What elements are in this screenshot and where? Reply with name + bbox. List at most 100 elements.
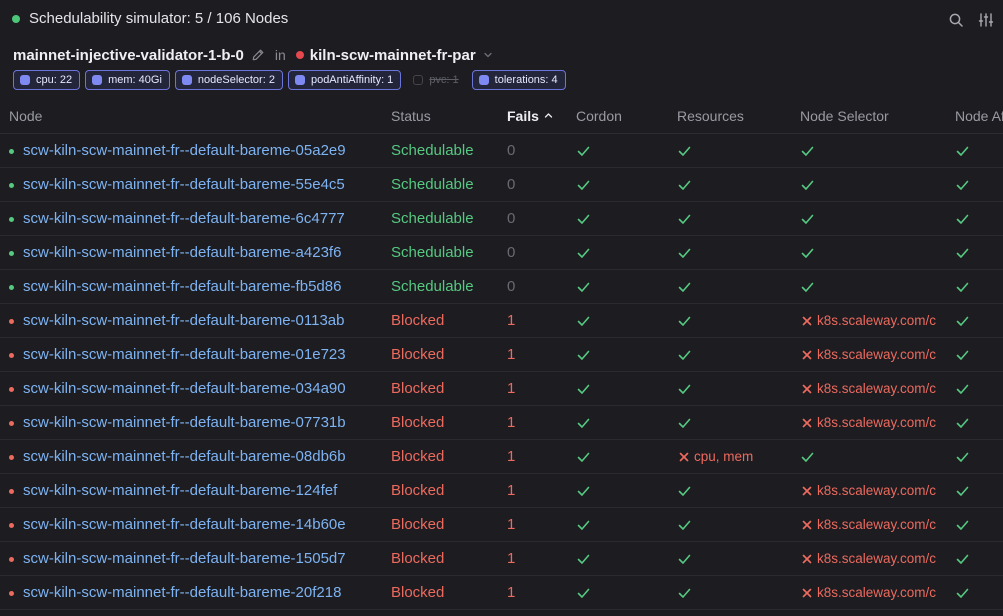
scheduler-panel: Schedulability simulator: 5 / 106 Nodes … [0,0,1003,616]
node-name-link[interactable]: scw-kiln-scw-mainnet-fr--default-bareme-… [23,584,380,601]
check-icon [801,282,814,292]
node-selector-reason: k8s.scaleway.com/c [817,483,937,498]
row-status-dot [9,183,14,188]
node-name-link[interactable]: scw-kiln-scw-mainnet-fr--default-bareme-… [23,550,380,567]
checkbox-icon [92,75,103,85]
column-header-node-affinity[interactable]: Node Affinity [955,108,1003,124]
fails-count: 1 [507,516,516,533]
check-icon [956,520,969,530]
sliders-icon[interactable] [975,9,997,31]
check-icon [678,588,691,598]
node-name-link[interactable]: scw-kiln-scw-mainnet-fr--default-bareme-… [23,176,380,193]
filter-chip[interactable]: tolerations: 4 [471,70,566,90]
table-row[interactable]: scw-kiln-scw-mainnet-fr--default-bareme-… [0,440,1003,474]
chip-label: nodeSelector: 2 [197,74,275,86]
check-icon [678,384,691,394]
status-text: Schedulable [391,244,474,261]
column-header-node[interactable]: Node [9,108,42,124]
table-row[interactable]: scw-kiln-scw-mainnet-fr--default-bareme-… [0,202,1003,236]
table-row[interactable]: scw-kiln-scw-mainnet-fr--default-bareme-… [0,508,1003,542]
node-name-link[interactable]: scw-kiln-scw-mainnet-fr--default-bareme-… [23,142,380,159]
column-header-resources[interactable]: Resources [677,108,744,124]
node-selector-reason: k8s.scaleway.com/c [817,585,937,600]
cluster-status-dot [295,51,304,59]
column-header-fails[interactable]: Fails [507,108,553,124]
table-row[interactable]: scw-kiln-scw-mainnet-fr--default-bareme-… [0,270,1003,304]
status-dot [12,15,20,23]
fails-count: 1 [507,584,516,601]
pod-name: mainnet-injective-validator-1-b-0 [13,46,244,64]
chevron-down-icon[interactable] [483,50,493,60]
node-name-link[interactable]: scw-kiln-scw-mainnet-fr--default-bareme-… [23,346,380,363]
table-row[interactable]: scw-kiln-scw-mainnet-fr--default-bareme-… [0,134,1003,168]
node-name-link[interactable]: scw-kiln-scw-mainnet-fr--default-bareme-… [23,516,380,533]
check-icon [801,146,814,156]
check-icon [678,520,691,530]
row-status-dot [9,149,14,154]
node-selector-reason: k8s.scaleway.com/c [817,415,937,430]
table-row[interactable]: scw-kiln-scw-mainnet-fr--default-bareme-… [0,576,1003,610]
chip-label: pvc: 1 [429,74,459,86]
table-row[interactable]: scw-kiln-scw-mainnet-fr--default-bareme-… [0,304,1003,338]
node-name-link[interactable]: scw-kiln-scw-mainnet-fr--default-bareme-… [23,210,380,227]
check-icon [577,248,590,258]
node-name-link[interactable]: scw-kiln-scw-mainnet-fr--default-bareme-… [23,312,380,329]
status-text: Schedulable [391,142,474,159]
fails-count: 1 [507,414,516,431]
cluster-selector[interactable]: kiln-scw-mainnet-fr-par [310,47,476,64]
check-icon [678,214,691,224]
check-icon [678,486,691,496]
filter-chip[interactable]: pvc: 1 [406,70,466,90]
search-icon[interactable] [945,9,967,31]
table-row[interactable]: scw-kiln-scw-mainnet-fr--default-bareme-… [0,474,1003,508]
table-row[interactable]: scw-kiln-scw-mainnet-fr--default-bareme-… [0,236,1003,270]
check-icon [577,350,590,360]
check-icon [956,452,969,462]
node-name-link[interactable]: scw-kiln-scw-mainnet-fr--default-bareme-… [23,414,380,431]
check-icon [678,554,691,564]
filter-chip[interactable]: mem: 40Gi [85,70,170,90]
status-text: Blocked [391,448,445,465]
status-text: Blocked [391,380,445,397]
filter-chip[interactable]: nodeSelector: 2 [174,70,283,90]
column-header-status[interactable]: Status [391,108,431,124]
table-row[interactable]: scw-kiln-scw-mainnet-fr--default-bareme-… [0,338,1003,372]
check-icon [577,520,590,530]
fails-count: 1 [507,448,516,465]
node-selector-reason: k8s.scaleway.com/c [817,517,937,532]
node-name-link[interactable]: scw-kiln-scw-mainnet-fr--default-bareme-… [23,244,380,261]
pencil-icon[interactable] [251,48,265,62]
status-text: Blocked [391,312,445,329]
fails-count: 0 [507,210,516,227]
row-status-dot [9,591,14,596]
x-icon [802,316,812,326]
node-selector-reason: k8s.scaleway.com/c [817,313,937,328]
filter-chip[interactable]: podAntiAffinity: 1 [287,70,402,90]
node-name-link[interactable]: scw-kiln-scw-mainnet-fr--default-bareme-… [23,278,380,295]
column-header-node-selector[interactable]: Node Selector [800,108,889,124]
chip-label: podAntiAffinity: 1 [310,74,394,86]
x-icon [679,452,689,462]
check-icon [577,282,590,292]
x-icon [802,554,812,564]
table-row[interactable]: scw-kiln-scw-mainnet-fr--default-bareme-… [0,372,1003,406]
check-icon [577,384,590,394]
table-row[interactable]: scw-kiln-scw-mainnet-fr--default-bareme-… [0,168,1003,202]
column-header-cordon[interactable]: Cordon [576,108,622,124]
row-status-dot [9,455,14,460]
fails-count: 1 [507,312,516,329]
node-name-link[interactable]: scw-kiln-scw-mainnet-fr--default-bareme-… [23,448,380,465]
check-icon [577,486,590,496]
check-icon [956,316,969,326]
check-icon [801,214,814,224]
node-name-link[interactable]: scw-kiln-scw-mainnet-fr--default-bareme-… [23,380,380,397]
node-name-link[interactable]: scw-kiln-scw-mainnet-fr--default-bareme-… [23,482,380,499]
pod-context: mainnet-injective-validator-1-b-0 in kil… [13,44,493,66]
x-icon [802,418,812,428]
table-row[interactable]: scw-kiln-scw-mainnet-fr--default-bareme-… [0,406,1003,440]
check-icon [956,146,969,156]
checkbox-icon [20,75,30,85]
table-row[interactable]: scw-kiln-scw-mainnet-fr--default-bareme-… [0,542,1003,576]
fails-count: 0 [507,176,516,193]
filter-chip[interactable]: cpu: 22 [13,70,81,90]
